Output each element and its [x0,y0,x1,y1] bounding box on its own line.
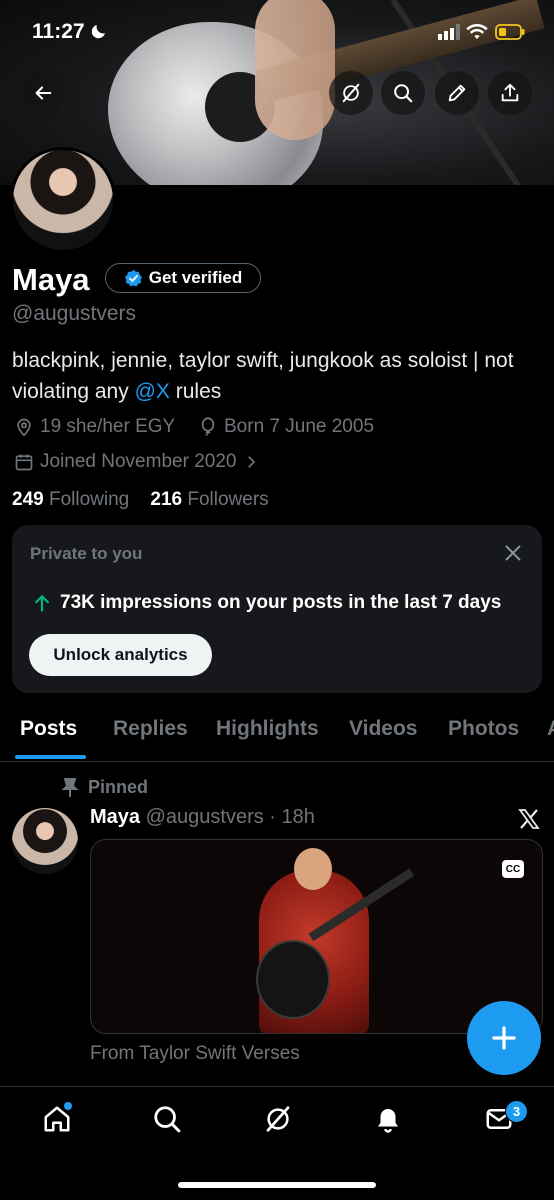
impressions-row: 73K impressions on your posts in the las… [32,592,501,614]
messages-badge: 3 [505,1100,528,1123]
search-icon[interactable] [152,1104,182,1134]
post-source[interactable]: From Taylor Swift Verses [90,1043,300,1065]
profile-name: Maya [12,262,90,297]
post-avatar[interactable] [12,808,78,874]
location-text: 19 she/her EGY [40,416,176,437]
home-notification-dot [64,1102,72,1110]
search-icon [394,84,413,103]
grok-button[interactable] [329,71,373,115]
followers-label: Followers [187,489,269,510]
share-icon [501,83,519,102]
profile-bio: blackpink, jennie, taylor swift, jungkoo… [12,345,542,407]
tab-photos[interactable]: Photos [448,717,519,741]
tab-videos[interactable]: Videos [349,717,417,741]
profile-birthday: Born 7 June 2005 [198,416,374,438]
post-handle-time: @augustvers · 18h [145,806,315,828]
signal-icon [438,24,460,40]
back-button[interactable] [21,71,65,115]
bio-text: blackpink, jennie, taylor swift, jungkoo… [12,349,514,403]
calendar-icon [15,454,33,471]
pinned-label: Pinned [62,777,148,798]
performer-head [294,848,332,890]
unlock-analytics-button[interactable]: Unlock analytics [29,634,212,676]
get-verified-label: Get verified [148,268,243,287]
bio-tail: rules [169,380,222,403]
status-icons [438,24,525,45]
card-title: Private to you [30,544,143,563]
grok-icon[interactable] [263,1104,293,1134]
following-label: Following [48,489,130,510]
following-count: 249 [12,489,44,510]
post-author[interactable]: Maya [90,806,140,828]
tab-posts[interactable]: Posts [20,717,77,741]
pencil-icon [448,84,466,102]
followers-count: 216 [150,489,183,510]
follow-counts: 249 Following 216 Followers [12,489,269,511]
arrow-left-icon [35,86,52,100]
impressions-text: 73K impressions on your posts in the las… [60,592,502,613]
following-link[interactable]: 249 Following [12,489,129,510]
tab-highlights[interactable]: Highlights [216,717,319,741]
profile-handle: @augustvers [12,302,137,325]
post-media-video[interactable]: CC [90,839,543,1034]
profile-joined[interactable]: Joined November 2020 [14,451,260,473]
battery-icon [495,24,525,40]
location-pin-icon [17,418,31,437]
profile-avatar[interactable] [10,147,116,253]
tab-active-indicator [15,755,86,759]
performer-guitar [256,940,330,1019]
bottom-navigation: 3 [0,1086,554,1200]
x-logo-icon[interactable] [517,807,541,831]
close-icon[interactable] [502,542,524,564]
arrow-up-icon [35,595,49,612]
chevron-right-icon [248,456,256,468]
wifi-icon [466,24,489,40]
get-verified-button[interactable]: Get verified [105,263,261,293]
status-time: 11:27 [32,20,108,44]
profile-location: 19 she/her EGY [14,416,175,438]
home-indicator [178,1182,376,1188]
balloon-icon [201,417,215,436]
notifications-icon[interactable] [373,1104,403,1134]
joined-text: Joined November 2020 [40,451,237,472]
grok-icon [342,83,360,103]
profile-tabs: Posts Replies Highlights Videos Photos A [0,713,554,762]
compose-button[interactable] [467,1001,541,1075]
pinned-text: Pinned [88,777,149,797]
tab-articles-partial[interactable]: A [547,717,554,741]
followers-link[interactable]: 216 Followers [150,489,268,510]
captions-icon[interactable]: CC [502,860,524,878]
edit-button[interactable] [435,71,479,115]
moon-icon [92,25,106,39]
pin-icon [62,777,78,797]
share-button[interactable] [488,71,532,115]
bio-mention-link[interactable]: @X [135,380,170,403]
banner-arm [255,0,335,140]
birthday-text: Born 7 June 2005 [224,416,375,437]
verified-badge-icon [124,269,142,287]
tab-replies[interactable]: Replies [113,717,188,741]
analytics-card: Private to you 73K impressions on your p… [12,525,542,693]
search-button[interactable] [381,71,425,115]
plus-icon [492,1026,516,1050]
post-header: Maya @augustvers · 18h [90,806,315,829]
